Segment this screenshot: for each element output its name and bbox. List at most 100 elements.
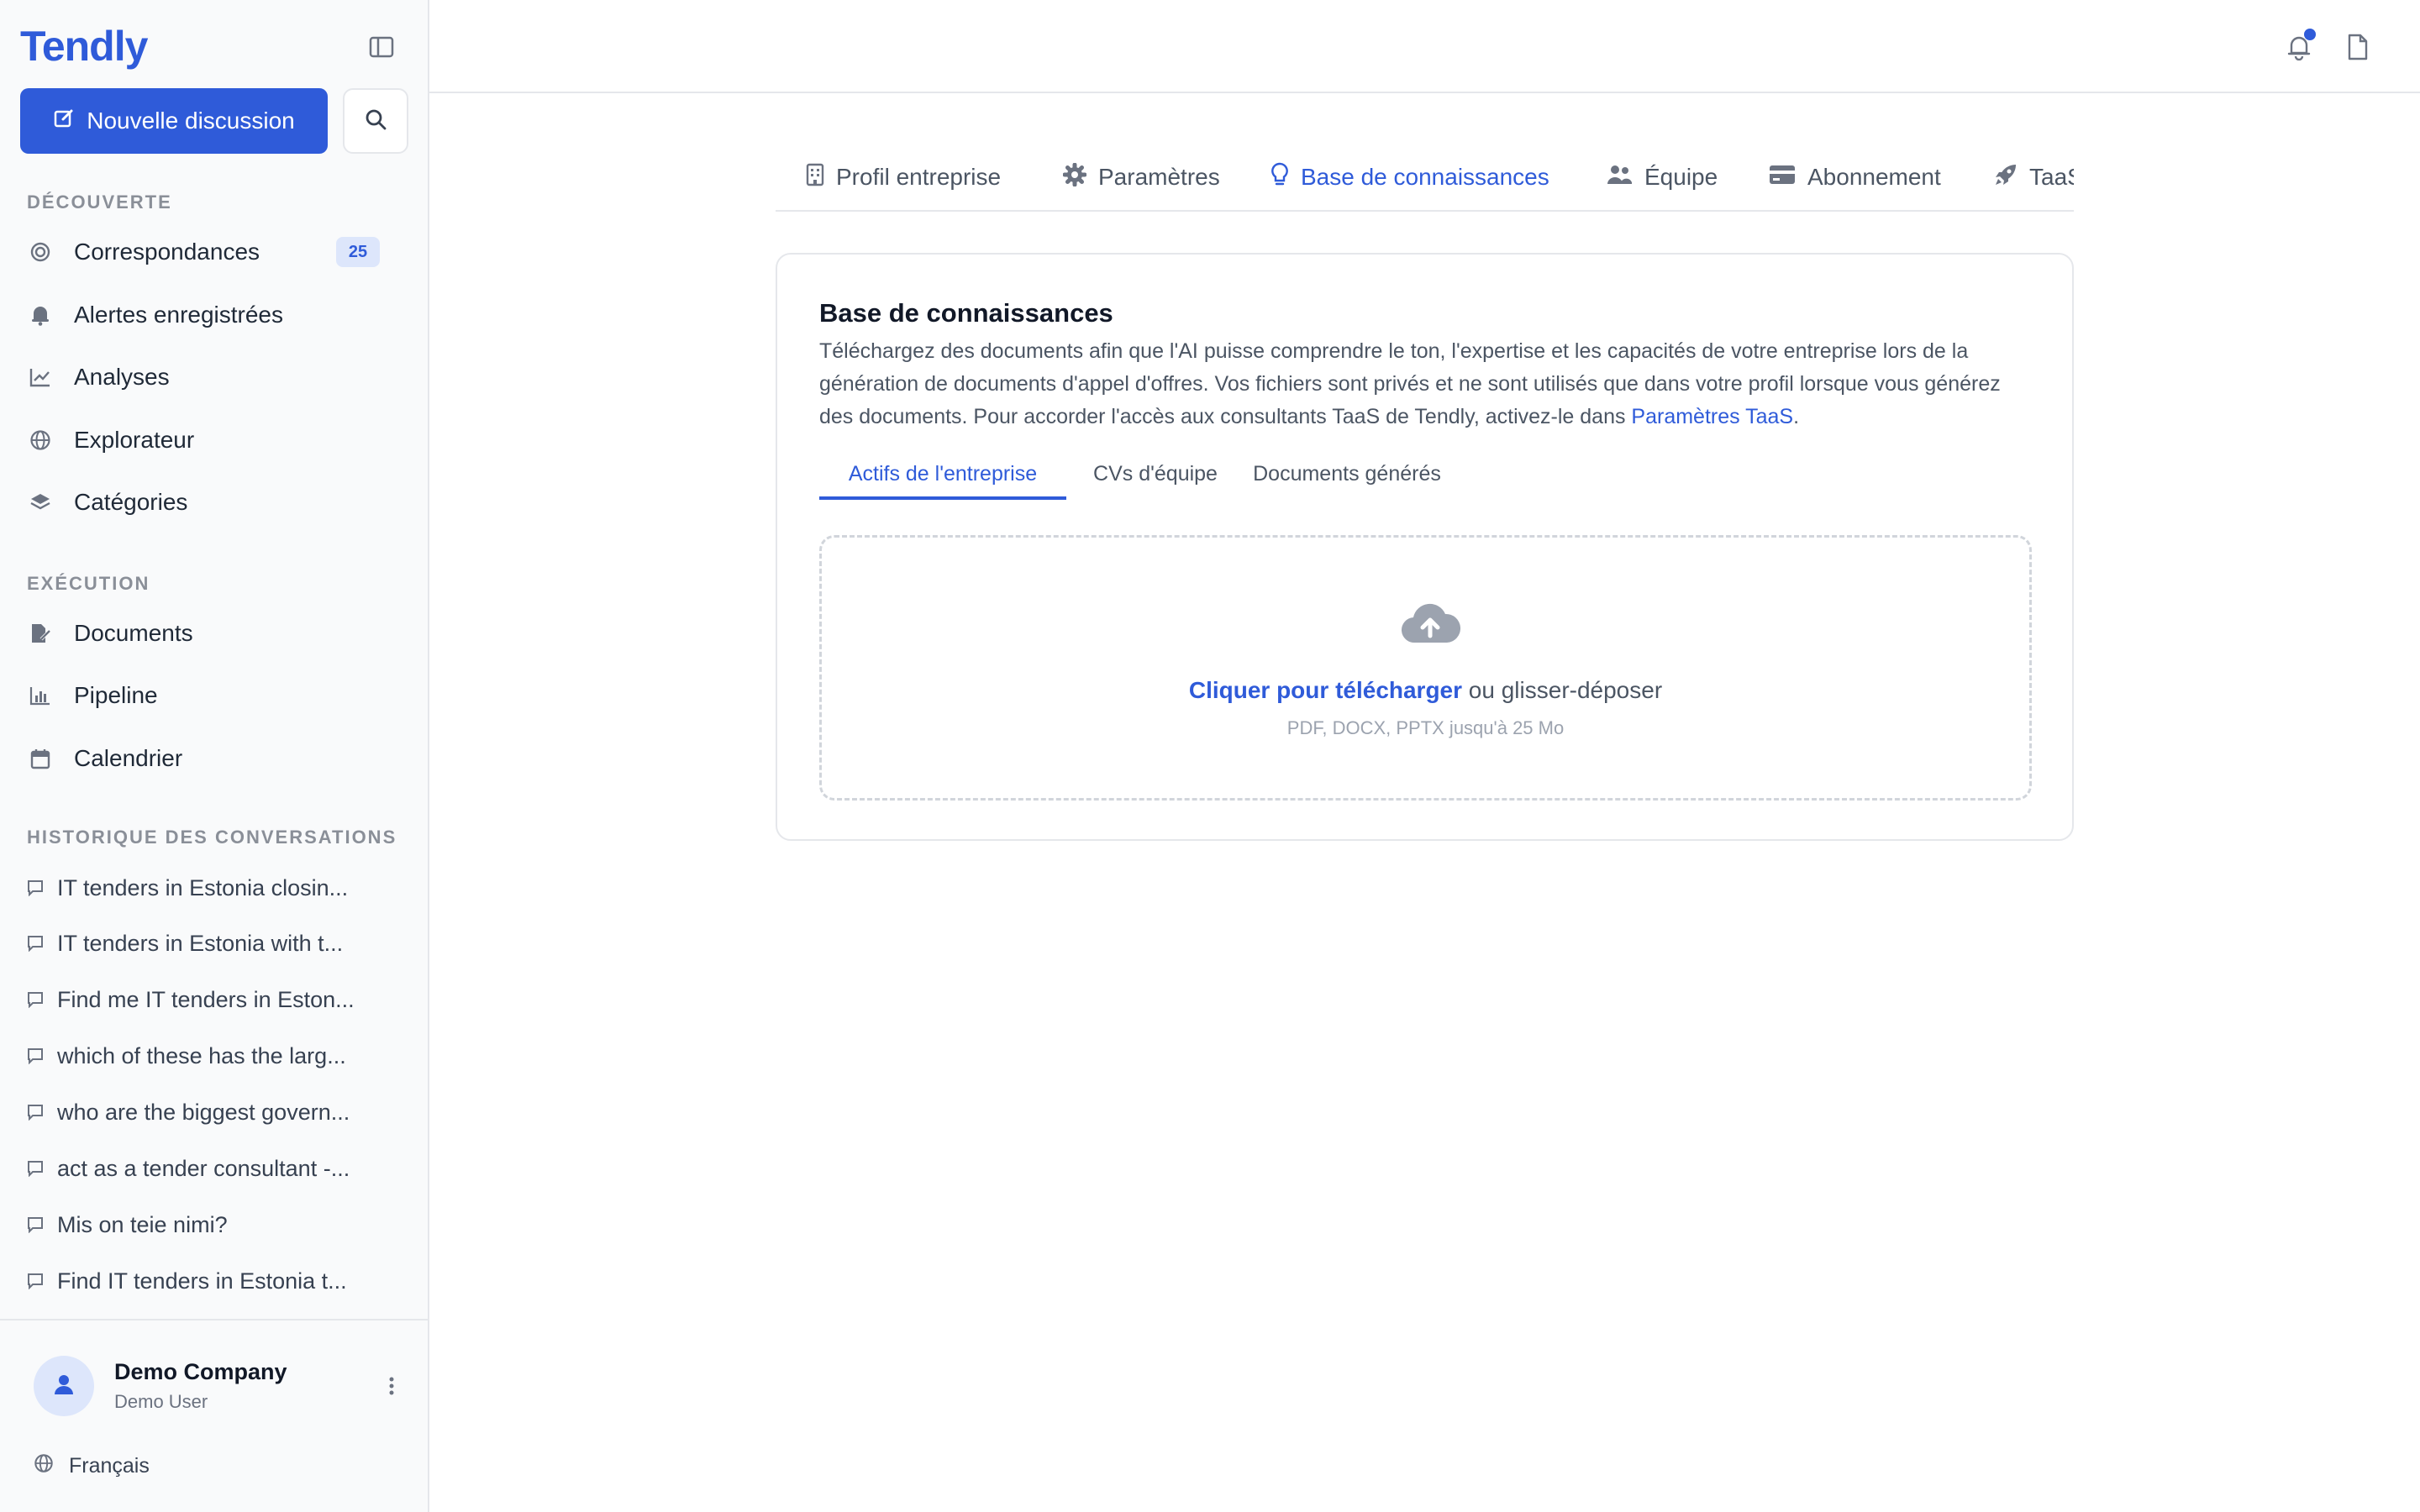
lightbulb-icon (1270, 162, 1289, 193)
more-options-icon[interactable] (383, 1371, 400, 1401)
search-button[interactable] (343, 88, 408, 154)
message-icon (27, 1160, 44, 1177)
conversation-item[interactable]: IT tenders in Estonia with t... (27, 922, 380, 964)
tab-taas[interactable]: TaaS (1994, 143, 2074, 210)
sidebar: Tendly Nouvelle discussion DÉCOUVERTE Co… (0, 0, 429, 1512)
tab-equipe[interactable]: Équipe (1606, 143, 1718, 210)
conversation-title: IT tenders in Estonia closin... (57, 874, 349, 900)
upload-dropzone[interactable]: Cliquer pour télécharger ou glisser-dépo… (819, 535, 2032, 801)
description-text: Téléchargez des documents afin que l'AI … (819, 339, 2001, 428)
sidebar-item-analyses[interactable]: Analyses (27, 354, 380, 401)
building-icon (806, 163, 824, 192)
avatar[interactable] (34, 1356, 94, 1416)
user-role: Demo User (114, 1391, 208, 1412)
new-chat-button[interactable]: Nouvelle discussion (20, 88, 328, 154)
sidebar-item-categories[interactable]: Catégories (27, 479, 380, 526)
card-description: Téléchargez des documents afin que l'AI … (819, 335, 2029, 433)
conversation-item[interactable]: which of these has the larg... (27, 1035, 380, 1077)
globe-icon (34, 1453, 54, 1479)
tab-label: Paramètres (1098, 164, 1220, 190)
upload-rest-text: ou glisser-déposer (1462, 677, 1663, 703)
conversation-title: Find IT tenders in Estonia t... (57, 1268, 347, 1294)
globe-icon (27, 427, 54, 454)
description-end: . (1793, 405, 1800, 428)
tab-label: Équipe (1644, 164, 1718, 190)
settings-tabs: Profil entreprise Paramètres Base de con… (776, 143, 2074, 212)
tab-base-de-connaissances[interactable]: Base de connaissances (1244, 143, 1576, 210)
sidebar-item-label: Pipeline (74, 682, 158, 708)
sidebar-item-correspondances[interactable]: Correspondances 25 (27, 228, 380, 276)
conversation-title: which of these has the larg... (57, 1042, 346, 1068)
subtab-actifs-entreprise[interactable]: Actifs de l'entreprise (819, 448, 1066, 500)
rocket-icon (1994, 163, 2018, 192)
message-icon (27, 991, 44, 1008)
tab-label: Profil entreprise (836, 164, 1002, 190)
count-badge: 25 (336, 237, 380, 267)
sidebar-item-explorateur[interactable]: Explorateur (27, 417, 380, 464)
section-title-discovery: DÉCOUVERTE (27, 192, 172, 213)
conversation-title: Mis on teie nimi? (57, 1211, 228, 1237)
sidebar-item-label: Analyses (74, 364, 170, 390)
subtab-documents-generes[interactable]: Documents générés (1244, 448, 1449, 500)
language-label: Français (69, 1454, 150, 1478)
message-icon (27, 1216, 44, 1233)
bar-chart-icon (27, 682, 54, 709)
tab-abonnement[interactable]: Abonnement (1769, 143, 1941, 210)
document-icon[interactable] (2339, 29, 2376, 66)
search-icon (364, 108, 387, 135)
language-switcher[interactable]: Français (34, 1453, 150, 1479)
conversation-title: who are the biggest govern... (57, 1099, 350, 1125)
conversation-title: Find me IT tenders in Eston... (57, 986, 355, 1012)
conversation-item[interactable]: Mis on teie nimi? (27, 1204, 380, 1246)
conversation-title: act as a tender consultant -... (57, 1155, 350, 1181)
sidebar-item-label: Calendrier (74, 745, 183, 771)
subtab-cvs-equipe[interactable]: CVs d'équipe (1066, 448, 1244, 500)
user-name: Demo Company (114, 1359, 287, 1384)
knowledge-base-card: Base de connaissances Téléchargez des do… (776, 253, 2074, 841)
edit-icon (53, 108, 75, 135)
sidebar-item-label: Documents (74, 620, 193, 646)
top-bar (429, 0, 2420, 93)
message-icon (27, 879, 44, 896)
tab-label: Abonnement (1807, 164, 1941, 190)
layers-icon (27, 489, 54, 516)
user-icon (54, 1373, 74, 1399)
sidebar-toggle-icon[interactable] (363, 32, 400, 62)
knowledge-subtabs: Actifs de l'entreprise CVs d'équipe Docu… (819, 448, 2033, 500)
conversation-item[interactable]: IT tenders in Estonia closin... (27, 867, 380, 909)
new-chat-label: Nouvelle discussion (87, 108, 295, 134)
users-icon (1606, 164, 1633, 192)
taas-settings-link[interactable]: Paramètres TaaS (1631, 405, 1793, 428)
section-title-execution: EXÉCUTION (27, 573, 150, 594)
sidebar-item-documents[interactable]: Documents (27, 610, 380, 657)
target-icon (27, 239, 54, 265)
conversation-item[interactable]: Find me IT tenders in Eston... (27, 979, 380, 1021)
tab-profil-entreprise[interactable]: Profil entreprise (806, 143, 1002, 210)
cloud-upload-icon (1400, 600, 1460, 647)
tab-label: TaaS (2029, 164, 2074, 190)
notification-dot (2304, 29, 2316, 40)
conversation-item[interactable]: Find IT tenders in Estonia t... (27, 1260, 380, 1302)
section-title-history: HISTORIQUE DES CONVERSATIONS (27, 827, 397, 848)
conversation-item[interactable]: who are the biggest govern... (27, 1091, 380, 1133)
app-logo: Tendly (20, 23, 148, 70)
message-icon (27, 1047, 44, 1064)
sidebar-item-pipeline[interactable]: Pipeline (27, 672, 380, 719)
conversation-title: IT tenders in Estonia with t... (57, 930, 344, 956)
message-icon (27, 1273, 44, 1289)
credit-card-icon (1769, 164, 1796, 192)
sidebar-item-label: Alertes enregistrées (74, 302, 284, 328)
message-icon (27, 1104, 44, 1121)
sidebar-item-calendrier[interactable]: Calendrier (27, 735, 380, 782)
conversation-item[interactable]: act as a tender consultant -... (27, 1147, 380, 1189)
tab-parametres[interactable]: Paramètres (1062, 143, 1220, 210)
sidebar-item-alertes[interactable]: Alertes enregistrées (27, 291, 380, 339)
card-title: Base de connaissances (819, 298, 1113, 328)
upload-hint: PDF, DOCX, PPTX jusqu'à 25 Mo (1286, 717, 1565, 738)
sidebar-item-label: Explorateur (74, 427, 195, 453)
upload-link[interactable]: Cliquer pour télécharger (1189, 677, 1462, 703)
message-icon (27, 935, 44, 952)
sidebar-item-label: Correspondances (74, 239, 260, 265)
upload-instructions: Cliquer pour télécharger ou glisser-dépo… (822, 677, 2029, 704)
tab-label: Base de connaissances (1301, 164, 1549, 190)
